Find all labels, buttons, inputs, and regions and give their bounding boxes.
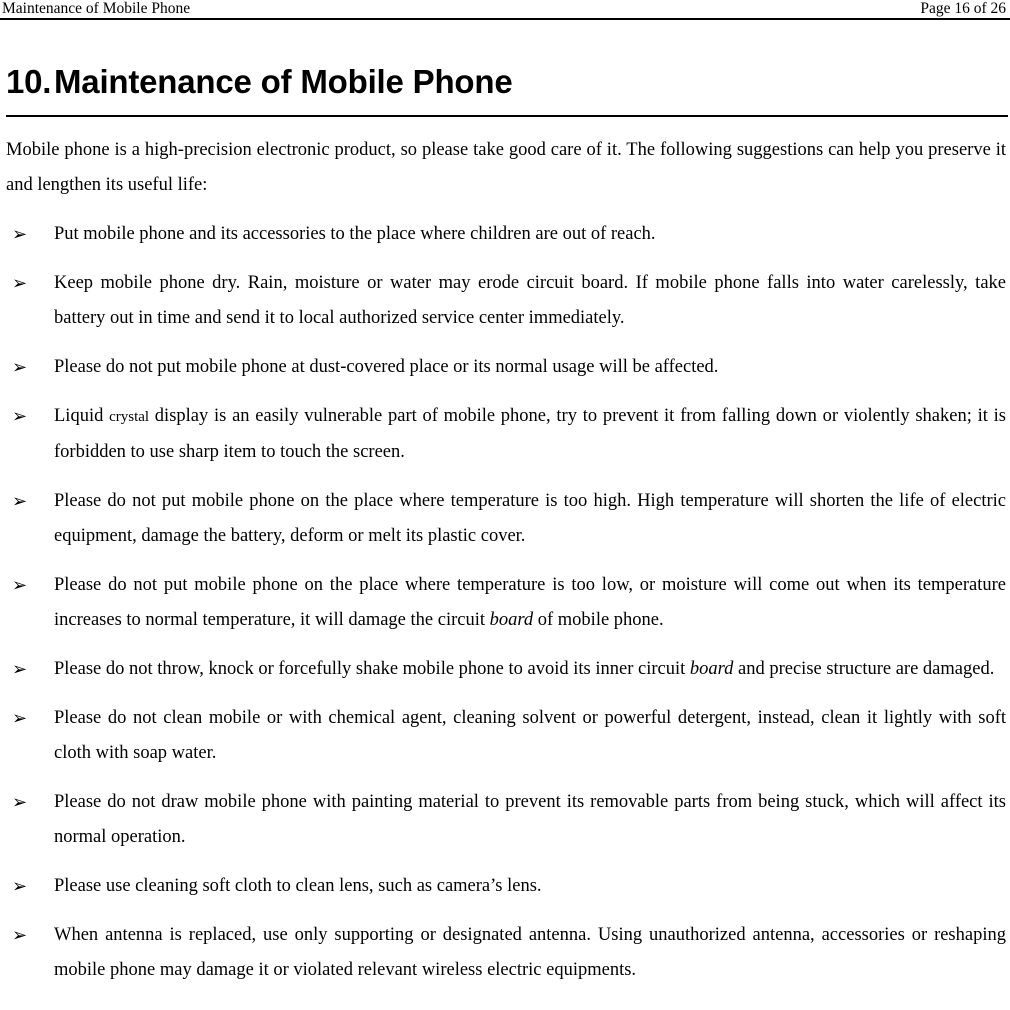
text-run-italic: board: [689, 659, 734, 679]
list-item: ➢ Please do not clean mobile or with che…: [6, 701, 1006, 771]
list-item: ➢ Please do not put mobile phone at dust…: [6, 350, 1006, 385]
arrowhead-bullet-icon: ➢: [12, 273, 28, 294]
text-run-before: Liquid: [54, 406, 110, 426]
text-run-before: Please do not throw, knock or forcefully…: [54, 659, 690, 679]
list-item-text: Please do not put mobile phone on the pl…: [54, 568, 1006, 638]
text-run-after: and precise structure are damaged.: [733, 659, 995, 679]
arrowhead-bullet-icon: ➢: [12, 575, 28, 596]
arrowhead-bullet-icon: ➢: [12, 792, 28, 813]
header-document-title: Maintenance of Mobile Phone: [2, 0, 191, 17]
list-item: ➢ Liquid crystal display is an easily vu…: [6, 399, 1006, 470]
arrowhead-bullet-icon: ➢: [12, 659, 28, 680]
list-item: ➢ When antenna is replaced, use only sup…: [6, 918, 1006, 988]
document-page: Maintenance of Mobile Phone Page 16 of 2…: [0, 0, 1010, 1010]
arrowhead-bullet-icon: ➢: [12, 925, 28, 946]
text-run-italic: board: [489, 610, 534, 630]
list-item-text: Please do not clean mobile or with chemi…: [54, 708, 1006, 763]
list-item-text: Please do not draw mobile phone with pai…: [54, 792, 1006, 847]
list-item: ➢ Please do not draw mobile phone with p…: [6, 785, 1006, 855]
list-item-text: Please use cleaning soft cloth to clean …: [54, 876, 542, 896]
arrowhead-bullet-icon: ➢: [12, 224, 28, 245]
intro-paragraph: Mobile phone is a high-precision electro…: [6, 140, 1006, 195]
arrowhead-bullet-icon: ➢: [12, 406, 28, 427]
list-item-text: Put mobile phone and its accessories to …: [54, 224, 656, 244]
list-item: ➢ Please do not put mobile phone on the …: [6, 568, 1006, 638]
heading-number: 10.: [6, 63, 52, 100]
arrowhead-bullet-icon: ➢: [12, 708, 28, 729]
list-item-text: Keep mobile phone dry. Rain, moisture or…: [54, 273, 1006, 328]
arrowhead-bullet-icon: ➢: [12, 357, 28, 378]
list-item: ➢ Please use cleaning soft cloth to clea…: [6, 869, 1006, 904]
list-item-text: Please do not throw, knock or forcefully…: [54, 652, 1006, 687]
text-run-after: of mobile phone.: [533, 610, 664, 630]
list-item: ➢ Put mobile phone and its accessories t…: [6, 217, 1006, 252]
page-title: 10.Maintenance of Mobile Phone: [6, 62, 1007, 102]
heading-title-text: Maintenance of Mobile Phone: [54, 63, 513, 100]
arrowhead-bullet-icon: ➢: [12, 876, 28, 897]
arrowhead-bullet-icon: ➢: [12, 491, 28, 512]
text-run-small: crystal: [109, 409, 150, 425]
text-run-after: display is an easily vulnerable part of …: [54, 406, 1006, 462]
document-body: Mobile phone is a high-precision electro…: [0, 133, 1010, 988]
list-item-text: When antenna is replaced, use only suppo…: [54, 925, 1006, 980]
page-running-header: Maintenance of Mobile Phone Page 16 of 2…: [0, 0, 1010, 18]
list-item: ➢ Keep mobile phone dry. Rain, moisture …: [6, 266, 1006, 336]
header-divider-rule: [0, 18, 1010, 20]
list-item-text: Liquid crystal display is an easily vuln…: [54, 399, 1006, 470]
list-item-text: Please do not put mobile phone at dust-c…: [54, 357, 719, 377]
header-page-number: Page 16 of 26: [920, 0, 1006, 17]
list-item: ➢ Please do not put mobile phone on the …: [6, 484, 1006, 554]
heading-divider-rule: [6, 115, 1008, 117]
list-item: ➢ Please do not throw, knock or forceful…: [6, 652, 1006, 687]
section-heading-block: 10.Maintenance of Mobile Phone: [0, 62, 1010, 117]
list-item-text: Please do not put mobile phone on the pl…: [54, 491, 1006, 546]
maintenance-tips-list: ➢ Put mobile phone and its accessories t…: [6, 217, 1006, 988]
